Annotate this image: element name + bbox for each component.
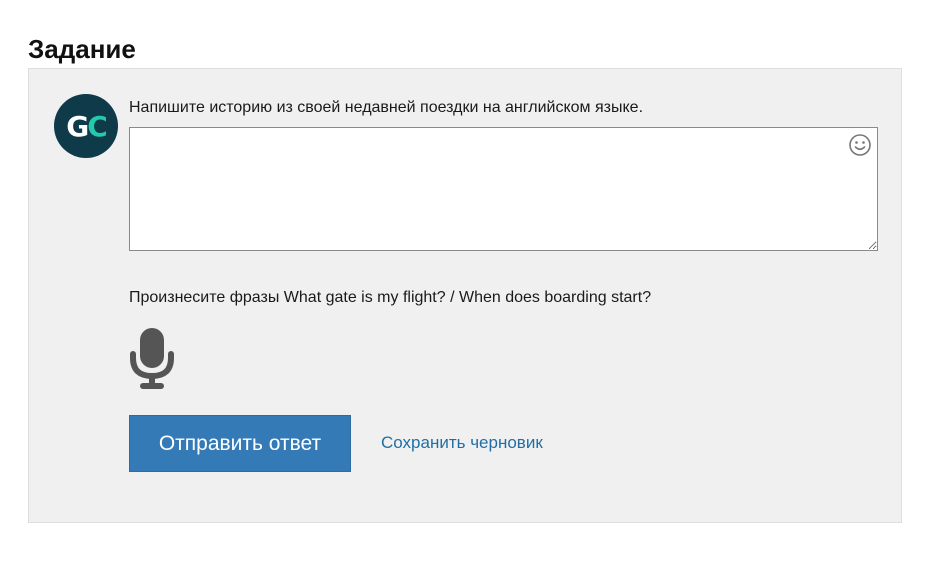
task-prompt: Напишите историю из своей недавней поезд… [129,99,644,116]
emoji-smile-icon[interactable] [848,133,872,157]
page-title: Задание [28,34,136,64]
task-panel: GC Напишите историю из своей недавней по… [28,68,902,523]
avatar-initial-g: G [66,109,89,143]
speech-prompt: Произнесите фразы What gate is my flight… [129,289,652,306]
submit-answer-button[interactable]: Отправить ответ [129,415,351,472]
save-draft-link[interactable]: Сохранить черновик [381,432,543,454]
answer-textarea[interactable] [129,127,878,251]
avatar: GC [54,94,118,158]
microphone-icon[interactable] [129,327,175,391]
avatar-initial-c: C [87,109,108,143]
